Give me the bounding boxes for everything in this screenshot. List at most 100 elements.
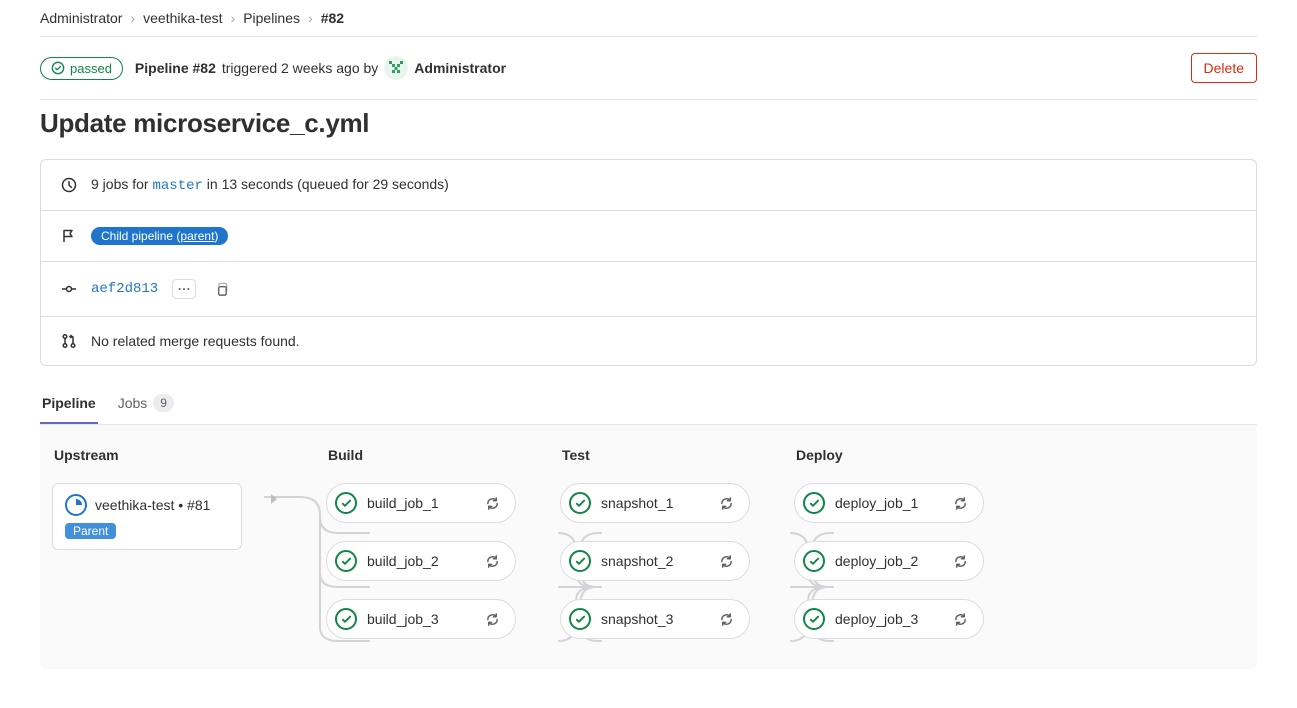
job-name: build_job_2 — [367, 553, 467, 569]
job-pill[interactable]: deploy_job_1 — [794, 483, 984, 523]
job-name: deploy_job_1 — [835, 495, 935, 511]
chevron-right-icon: › — [130, 10, 135, 26]
tabs: Pipeline Jobs 9 — [40, 384, 1257, 425]
chevron-right-icon — [269, 492, 279, 508]
status-label: passed — [70, 61, 112, 76]
job-pill[interactable]: build_job_2 — [326, 541, 516, 581]
jobs-suffix-text: in 13 seconds (queued for 29 seconds) — [203, 176, 449, 192]
retry-icon — [953, 554, 968, 569]
upstream-title: veethika-test • #81 — [95, 497, 210, 513]
retry-icon — [485, 554, 500, 569]
commit-icon — [61, 281, 77, 297]
breadcrumb: Administrator › veethika-test › Pipeline… — [40, 0, 1257, 36]
author-name[interactable]: Administrator — [414, 60, 506, 76]
copy-button[interactable] — [210, 278, 232, 300]
retry-icon — [953, 496, 968, 511]
upstream-card[interactable]: veethika-test • #81 Parent — [52, 483, 242, 550]
job-pill[interactable]: build_job_1 — [326, 483, 516, 523]
pipeline-id: Pipeline #82 — [135, 60, 216, 76]
job-pill[interactable]: build_job_3 — [326, 599, 516, 639]
chevron-right-icon: › — [308, 10, 313, 26]
clock-icon — [61, 177, 77, 193]
breadcrumb-link[interactable]: Pipelines — [243, 10, 300, 26]
check-circle-icon — [335, 608, 357, 630]
stage-test-title: Test — [562, 447, 750, 463]
chip-suffix: ) — [214, 229, 218, 243]
tab-pipeline[interactable]: Pipeline — [40, 384, 98, 424]
identicon-icon — [386, 58, 406, 78]
retry-button[interactable] — [711, 604, 741, 634]
job-name: deploy_job_3 — [835, 611, 935, 627]
check-circle-icon — [335, 550, 357, 572]
chip-label: Child pipeline ( — [101, 229, 180, 243]
retry-button[interactable] — [477, 604, 507, 634]
pipeline-graph: Upstream veethika-test • #81 Parent — [40, 425, 1257, 669]
retry-button[interactable] — [945, 546, 975, 576]
commit-row: aef2d813 — [41, 262, 1256, 317]
breadcrumb-link[interactable]: veethika-test — [143, 10, 222, 26]
pipeline-info-panel: 9 jobs for master in 13 seconds (queued … — [40, 159, 1257, 366]
retry-button[interactable] — [477, 546, 507, 576]
ellipsis-icon — [177, 286, 191, 292]
check-circle-icon — [569, 608, 591, 630]
retry-button[interactable] — [945, 604, 975, 634]
check-circle-icon — [335, 492, 357, 514]
jobs-info-row: 9 jobs for master in 13 seconds (queued … — [41, 160, 1256, 211]
triggered-text: triggered 2 weeks ago by — [222, 60, 378, 76]
page-title: Update microservice_c.yml — [40, 108, 1257, 139]
copy-icon — [214, 282, 229, 297]
breadcrumb-current: #82 — [321, 10, 344, 26]
jobs-count-text: 9 jobs for — [91, 176, 152, 192]
breadcrumb-link[interactable]: Administrator — [40, 10, 122, 26]
job-pill[interactable]: snapshot_1 — [560, 483, 750, 523]
ellipsis-button[interactable] — [172, 279, 196, 299]
job-name: build_job_1 — [367, 495, 467, 511]
check-circle-icon — [51, 61, 65, 75]
job-name: build_job_3 — [367, 611, 467, 627]
retry-icon — [719, 554, 734, 569]
job-pill[interactable]: deploy_job_3 — [794, 599, 984, 639]
retry-icon — [719, 496, 734, 511]
check-circle-icon — [803, 550, 825, 572]
job-name: deploy_job_2 — [835, 553, 935, 569]
flag-icon — [61, 228, 77, 244]
check-circle-icon — [803, 492, 825, 514]
retry-button[interactable] — [945, 488, 975, 518]
job-name: snapshot_1 — [601, 495, 701, 511]
stage-build-title: Build — [328, 447, 516, 463]
job-name: snapshot_3 — [601, 611, 701, 627]
parent-link[interactable]: parent — [180, 229, 214, 243]
tab-jobs[interactable]: Jobs 9 — [116, 384, 176, 424]
branch-link[interactable]: master — [152, 178, 202, 194]
merge-request-row: No related merge requests found. — [41, 317, 1256, 365]
pipeline-header: passed Pipeline #82 triggered 2 weeks ag… — [40, 37, 1257, 99]
avatar[interactable] — [384, 56, 408, 80]
jobs-count-badge: 9 — [153, 394, 174, 412]
check-circle-icon — [569, 550, 591, 572]
retry-icon — [485, 612, 500, 627]
retry-icon — [719, 612, 734, 627]
retry-button[interactable] — [477, 488, 507, 518]
child-pipeline-row: Child pipeline (parent) — [41, 211, 1256, 262]
job-pill[interactable]: snapshot_3 — [560, 599, 750, 639]
retry-icon — [485, 496, 500, 511]
delete-button[interactable]: Delete — [1191, 53, 1257, 83]
retry-button[interactable] — [711, 546, 741, 576]
mr-text: No related merge requests found. — [91, 333, 300, 349]
merge-request-icon — [61, 333, 77, 349]
job-name: snapshot_2 — [601, 553, 701, 569]
status-badge-passed[interactable]: passed — [40, 57, 123, 80]
commit-sha-link[interactable]: aef2d813 — [91, 281, 158, 297]
child-pipeline-chip: Child pipeline (parent) — [91, 227, 228, 245]
job-pill[interactable]: snapshot_2 — [560, 541, 750, 581]
stage-deploy-title: Deploy — [796, 447, 984, 463]
chevron-right-icon: › — [231, 10, 236, 26]
tab-jobs-label: Jobs — [118, 395, 148, 411]
running-icon — [65, 494, 87, 516]
check-circle-icon — [803, 608, 825, 630]
check-circle-icon — [569, 492, 591, 514]
retry-button[interactable] — [711, 488, 741, 518]
job-pill[interactable]: deploy_job_2 — [794, 541, 984, 581]
parent-badge: Parent — [65, 523, 116, 539]
stage-upstream-title: Upstream — [54, 447, 282, 463]
